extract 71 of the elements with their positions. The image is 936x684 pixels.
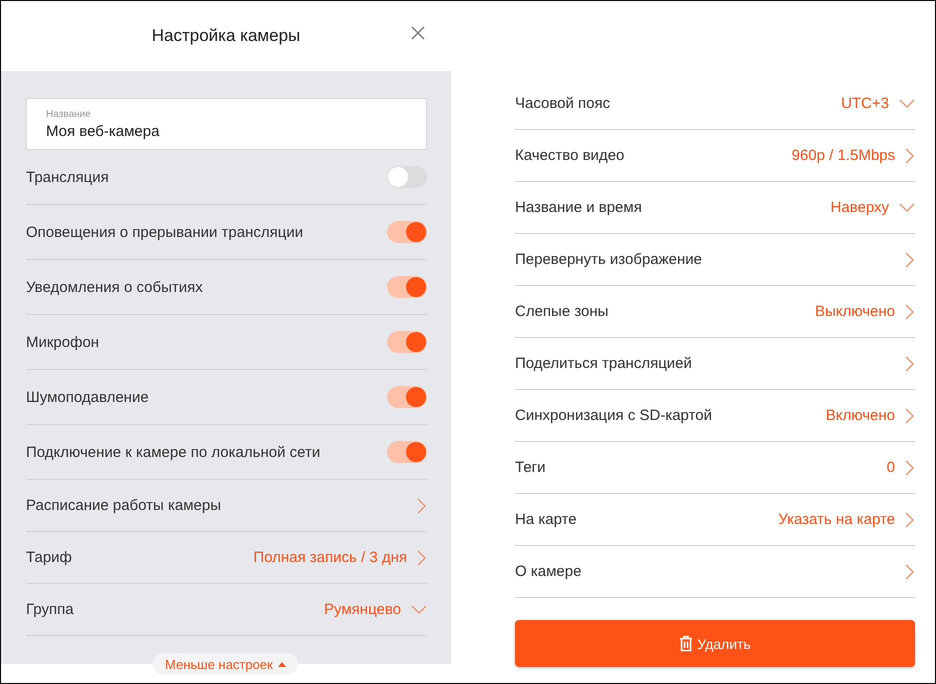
setting-label: Трансляция [26, 168, 109, 186]
setting-label: Шумоподавление [26, 388, 149, 406]
setting-row[interactable]: Тариф Полная запись / 3 дня [26, 532, 427, 584]
setting-label: Поделиться трансляцией [515, 355, 692, 372]
setting-label: Часовой пояс [515, 95, 610, 112]
setting-label: Оповещения о прерывании трансляции [26, 224, 304, 240]
dialog-title: Настройка камеры [152, 26, 300, 46]
chevron-down-icon [411, 604, 427, 614]
setting-label: Подключение к камере по локальной сети [26, 444, 320, 460]
setting-value: Выключено [815, 303, 895, 320]
chevron-right-icon [905, 252, 915, 268]
name-field[interactable]: Название Моя веб-камера [26, 98, 427, 150]
chevron-right-icon [905, 148, 915, 164]
toggle-switch[interactable] [387, 221, 427, 243]
close-icon[interactable] [411, 26, 425, 40]
chevron-down-icon [899, 98, 915, 108]
setting-label: Слепые зоны [515, 303, 608, 320]
setting-row[interactable]: Подключение к камере по локальной сети [26, 425, 427, 480]
setting-label: На карте [515, 511, 577, 528]
trash-icon [679, 635, 694, 652]
chevron-right-icon [905, 304, 915, 320]
setting-value: Румянцево [324, 601, 401, 618]
setting-value: 0 [886, 459, 895, 476]
setting-label: Перевернуть изображение [515, 251, 702, 268]
setting-row[interactable]: Слепые зоны Выключено [515, 286, 915, 338]
toggle-switch[interactable] [387, 166, 427, 188]
setting-label: О камере [515, 563, 582, 580]
setting-label: Качество видео [515, 147, 624, 164]
setting-row[interactable]: Шумоподавление [26, 370, 427, 425]
setting-row[interactable]: Микрофон [26, 315, 427, 370]
chevron-right-icon [905, 356, 915, 372]
setting-label: Микрофон [26, 334, 100, 350]
setting-row[interactable]: На карте Указать на карте [515, 494, 915, 546]
setting-row[interactable]: Уведомления о событиях [26, 260, 427, 315]
setting-row[interactable]: Теги 0 [515, 442, 915, 494]
setting-row[interactable]: Поделиться трансляцией [515, 338, 915, 390]
toggle-switch[interactable] [387, 386, 427, 408]
chevron-right-icon [417, 498, 427, 514]
setting-label: Уведомления о событиях [26, 278, 203, 296]
setting-value: Полная запись / 3 дня [253, 549, 407, 566]
chevron-right-icon [905, 564, 915, 580]
chevron-right-icon [905, 512, 915, 528]
chevron-down-icon [899, 202, 915, 212]
setting-value: UTC+3 [841, 95, 889, 112]
setting-value: Указать на карте [778, 511, 895, 528]
setting-label: Тариф [26, 549, 72, 566]
chevron-right-icon [905, 408, 915, 424]
toggle-switch[interactable] [387, 276, 427, 298]
setting-row[interactable]: Качество видео 960p / 1.5Mbps [515, 130, 915, 182]
setting-label: Теги [515, 459, 546, 476]
setting-value: Наверху [830, 199, 889, 216]
setting-value: 960p / 1.5Mbps [792, 147, 895, 164]
setting-row[interactable]: Перевернуть изображение [515, 234, 915, 286]
setting-row[interactable]: Синхронизация с SD-картой Включено [515, 390, 915, 442]
setting-row[interactable]: О камере [515, 546, 915, 598]
toggle-switch[interactable] [387, 331, 427, 353]
setting-value: Включено [826, 407, 895, 424]
setting-label: Группа [26, 601, 74, 618]
setting-row[interactable]: Группа Румянцево [26, 584, 427, 636]
setting-label: Расписание работы камеры [26, 497, 221, 514]
setting-row[interactable]: Часовой пояс UTC+3 [515, 78, 915, 130]
setting-row[interactable]: Трансляция [26, 150, 427, 205]
toggle-switch[interactable] [387, 441, 427, 463]
setting-row[interactable]: Название и время Наверху [515, 182, 915, 234]
caret-up-icon [278, 662, 286, 666]
setting-row[interactable]: Расписание работы камеры [26, 480, 427, 532]
setting-label: Название и время [515, 199, 642, 216]
setting-label: Синхронизация с SD-картой [515, 407, 712, 424]
chevron-right-icon [417, 550, 427, 566]
chevron-right-icon [905, 460, 915, 476]
setting-row[interactable]: Оповещения о прерывании трансляции [26, 205, 427, 260]
